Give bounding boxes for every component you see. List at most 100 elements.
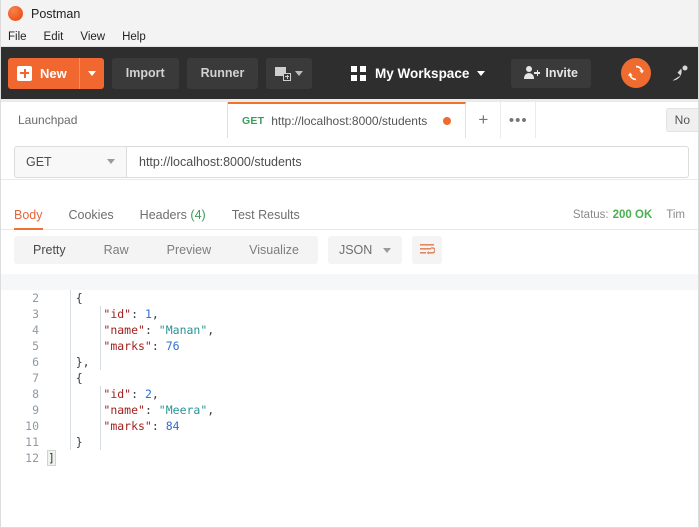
person-add-icon — [524, 66, 539, 80]
menu-item-file[interactable]: File — [8, 27, 36, 47]
code-line: "marks": 76 — [48, 338, 699, 354]
line-number: 8 — [0, 386, 39, 402]
line-number: 11 — [0, 434, 39, 450]
json-value: "Manan" — [159, 323, 207, 337]
json-key: "marks" — [103, 419, 151, 433]
new-tab-button[interactable]: + — [466, 102, 501, 138]
import-button[interactable]: Import — [112, 58, 179, 89]
tab-request-students[interactable]: GET http://localhost:8000/students — [228, 102, 466, 138]
code-line: { — [48, 370, 699, 386]
view-preview[interactable]: Preview — [148, 236, 230, 264]
response-body-code[interactable]: 123456789101112 [ { "id": 1, "name": "Ma… — [0, 270, 699, 466]
new-button[interactable]: New — [8, 58, 104, 89]
sync-button[interactable] — [621, 58, 651, 88]
tab-method-label: GET — [242, 115, 264, 127]
menu-bar: File Edit View Help — [0, 27, 699, 47]
view-visualize[interactable]: Visualize — [230, 236, 318, 264]
indent-guide — [100, 386, 101, 450]
new-window-button[interactable] — [266, 58, 312, 89]
menu-item-view[interactable]: View — [80, 27, 114, 47]
response-meta: Status: 200 OK Tim — [573, 209, 685, 221]
tab-test-results[interactable]: Test Results — [232, 200, 300, 230]
json-punctuation: ] — [48, 451, 55, 465]
line-number: 2 — [0, 290, 39, 306]
response-spacer — [0, 180, 699, 200]
plus-square-icon — [17, 66, 32, 81]
view-raw[interactable]: Raw — [85, 236, 148, 264]
url-input[interactable]: http://localhost:8000/students — [126, 146, 689, 178]
tab-headers-label: Headers — [140, 208, 187, 222]
line-number: 12 — [0, 450, 39, 466]
new-button-dropdown[interactable] — [79, 58, 104, 89]
body-view-switcher: Pretty Raw Preview Visualize — [14, 236, 318, 264]
new-window-icon — [275, 67, 290, 80]
code-line: "id": 1, — [48, 306, 699, 322]
json-punctuation: { — [76, 371, 83, 385]
method-select[interactable]: GET — [14, 146, 126, 178]
window-titlebar: Postman — [0, 0, 699, 27]
caret-down-icon — [477, 71, 485, 76]
json-value: "Meera" — [159, 403, 207, 417]
json-punctuation: { — [76, 291, 83, 305]
code-line: ] — [48, 450, 699, 466]
word-wrap-button[interactable] — [412, 236, 442, 264]
runner-button[interactable]: Runner — [187, 58, 259, 89]
menu-item-edit[interactable]: Edit — [44, 27, 73, 47]
json-value: 76 — [166, 339, 180, 353]
code-line: "id": 2, — [48, 386, 699, 402]
time-label: Tim — [666, 209, 685, 221]
satellite-icon — [670, 63, 690, 83]
json-value: 84 — [166, 419, 180, 433]
tab-launchpad[interactable]: Launchpad — [0, 102, 228, 138]
tab-body[interactable]: Body — [14, 200, 43, 230]
invite-button[interactable]: Invite — [511, 59, 591, 88]
tab-options-button[interactable]: ••• — [501, 102, 536, 138]
tab-url-label: http://localhost:8000/students — [271, 114, 427, 128]
new-button-label: New — [40, 66, 67, 81]
workspace-selector[interactable]: My Workspace — [351, 66, 489, 81]
postman-logo-icon — [8, 6, 23, 21]
unsaved-dot-icon — [443, 117, 451, 125]
code-line: "name": "Meera", — [48, 402, 699, 418]
view-pretty[interactable]: Pretty — [14, 236, 85, 264]
indent-guide — [100, 306, 101, 370]
json-key: "id" — [103, 387, 131, 401]
new-button-label-area[interactable]: New — [8, 58, 79, 89]
format-select-value: JSON — [339, 243, 372, 257]
line-number: 4 — [0, 322, 39, 338]
caret-down-icon — [383, 248, 391, 253]
sync-refresh-icon — [627, 64, 645, 82]
code-line: "name": "Manan", — [48, 322, 699, 338]
toolbar-right-group: My Workspace Invite — [351, 58, 691, 88]
menu-item-help[interactable]: Help — [122, 27, 155, 47]
line-number: 10 — [0, 418, 39, 434]
environment-selector[interactable]: No — [666, 108, 699, 132]
main-toolbar: New Import Runner My Workspace Invite — [0, 47, 699, 99]
indent-guide — [70, 290, 71, 450]
settings-button[interactable] — [669, 62, 691, 84]
json-punctuation: }, — [76, 355, 90, 369]
json-punctuation: } — [76, 435, 83, 449]
line-number: 5 — [0, 338, 39, 354]
environment-label: No — [675, 113, 690, 127]
line-number: 6 — [0, 354, 39, 370]
invite-button-label: Invite — [545, 66, 578, 80]
caret-down-icon — [295, 71, 303, 76]
caret-down-icon — [88, 71, 96, 76]
json-value: 1 — [145, 307, 152, 321]
json-key: "id" — [103, 307, 131, 321]
code-content[interactable]: [ { "id": 1, "name": "Manan", "marks": 7… — [48, 274, 699, 466]
json-key: "name" — [103, 323, 145, 337]
app-title: Postman — [31, 7, 80, 21]
tab-cookies[interactable]: Cookies — [69, 200, 114, 230]
format-select[interactable]: JSON — [328, 236, 402, 264]
request-tab-strip: Launchpad GET http://localhost:8000/stud… — [0, 99, 699, 138]
response-tab-bar: Body Cookies Headers (4) Test Results St… — [0, 200, 699, 230]
code-line: } — [48, 434, 699, 450]
request-bar: GET http://localhost:8000/students — [0, 138, 699, 180]
json-key: "marks" — [103, 339, 151, 353]
tab-launchpad-label: Launchpad — [18, 113, 77, 127]
caret-down-icon — [107, 159, 115, 164]
tab-headers[interactable]: Headers (4) — [140, 200, 206, 230]
json-key: "name" — [103, 403, 145, 417]
